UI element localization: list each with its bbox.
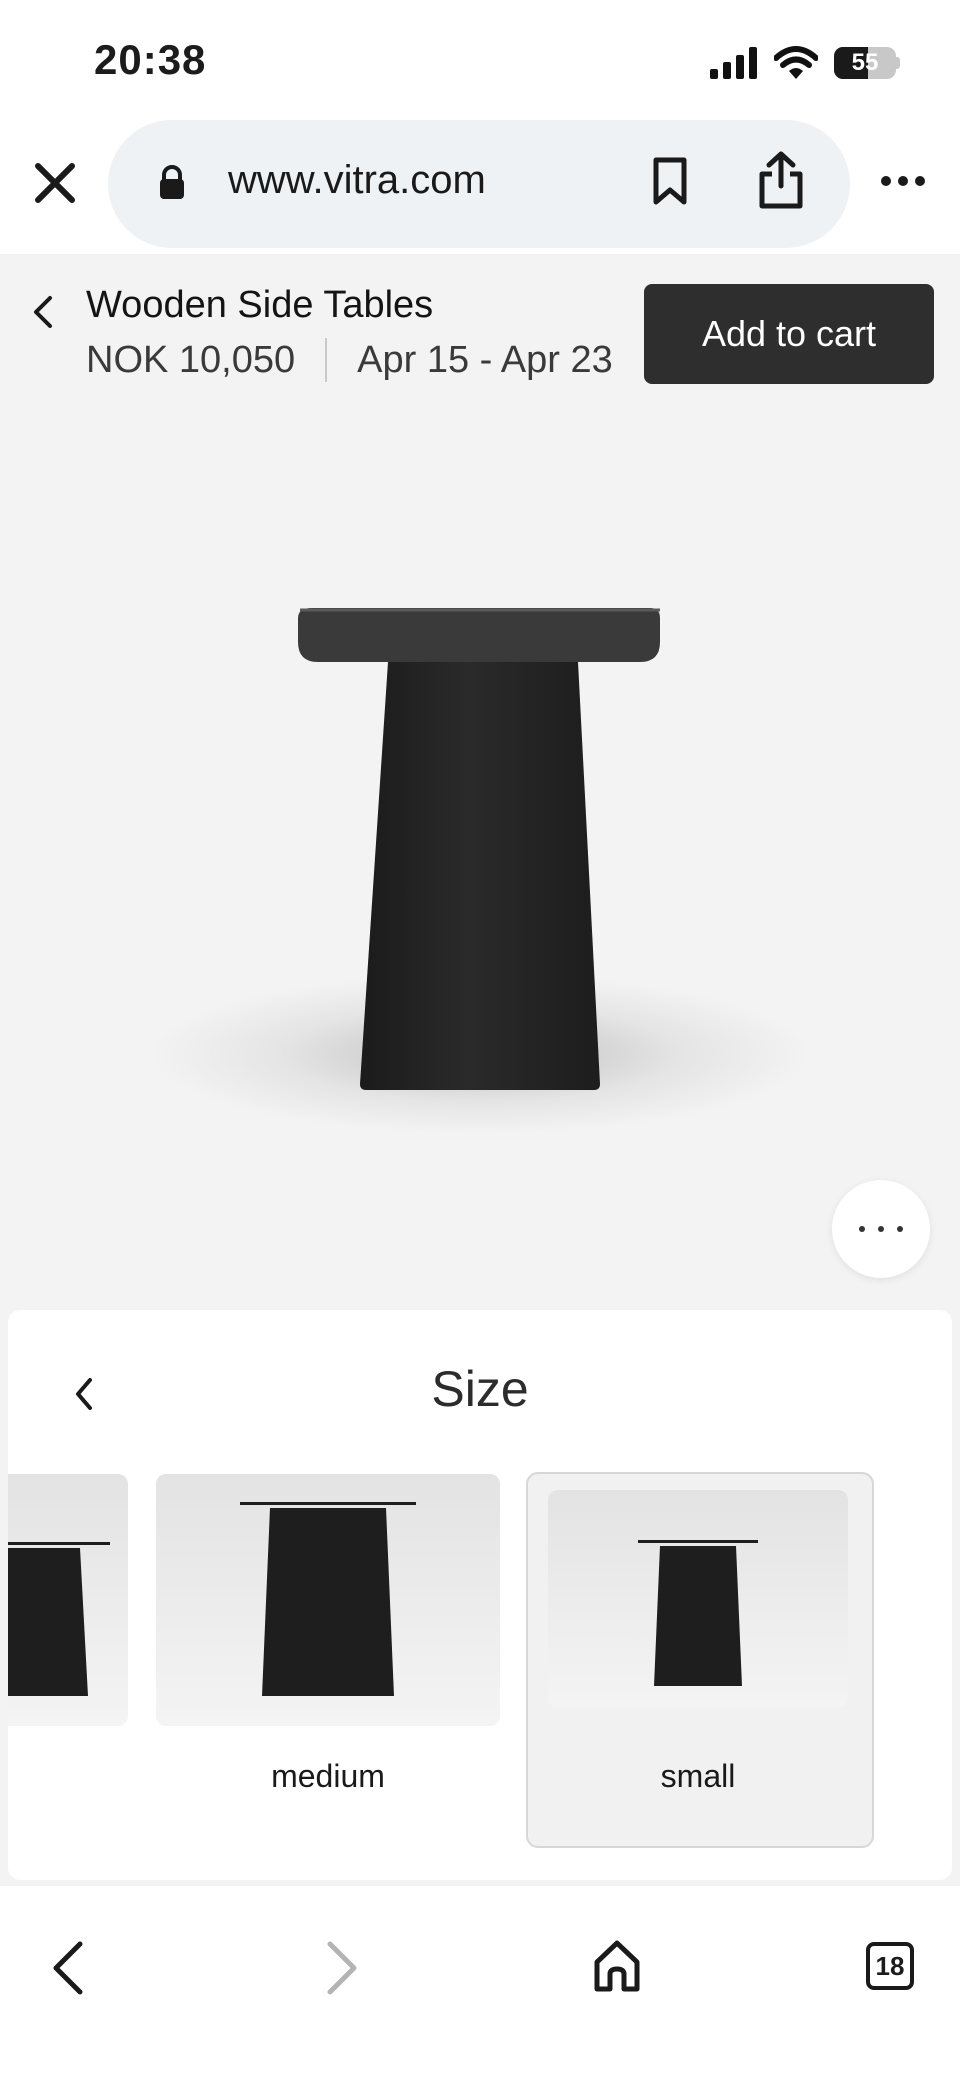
size-medium-silhouette xyxy=(240,1502,416,1696)
size-picker: Size medium small xyxy=(8,1310,952,1880)
browser-toolbar: www.vitra.com xyxy=(0,120,960,254)
size-option-medium-label: medium xyxy=(271,1758,385,1794)
size-option-small-label: small xyxy=(660,1758,736,1794)
battery-indicator: 55 xyxy=(834,47,900,79)
product-header: Wooden Side Tables NOK 10,050 Apr 15 - A… xyxy=(0,254,960,404)
size-title: Size xyxy=(431,1361,529,1417)
more-options-icon[interactable] xyxy=(880,174,926,188)
address-bar[interactable]: www.vitra.com xyxy=(108,120,850,248)
bookmark-icon[interactable] xyxy=(650,156,690,206)
tabs-button[interactable]: 18 xyxy=(866,1942,914,1990)
product-meta: NOK 10,050 Apr 15 - Apr 23 xyxy=(86,338,613,382)
tab-count: 18 xyxy=(875,1950,905,1981)
signal-icon xyxy=(710,47,757,79)
size-option-medium[interactable] xyxy=(156,1474,500,1726)
size-option-large[interactable] xyxy=(8,1474,128,1726)
close-icon[interactable] xyxy=(30,158,80,208)
nav-back-icon[interactable] xyxy=(48,1938,88,1998)
product-title: Wooden Side Tables xyxy=(86,284,434,326)
delivery-window: Apr 15 - Apr 23 xyxy=(357,338,613,381)
share-icon[interactable] xyxy=(756,150,806,210)
back-chevron-icon[interactable] xyxy=(30,292,56,332)
size-large-silhouette xyxy=(8,1542,110,1696)
status-icons: 55 xyxy=(710,46,900,80)
url-text: www.vitra.com xyxy=(228,158,486,202)
status-bar: 20:38 55 xyxy=(0,0,960,120)
battery-icon: 55 xyxy=(834,47,896,79)
product-image xyxy=(0,404,960,1304)
nav-forward-icon[interactable] xyxy=(322,1938,362,1998)
add-to-cart-button[interactable]: Add to cart xyxy=(644,284,934,384)
meta-divider xyxy=(325,338,328,382)
image-options-button[interactable] xyxy=(832,1180,930,1278)
side-table-illustration xyxy=(150,608,810,1134)
browser-bottom-nav: 18 xyxy=(0,1886,960,2078)
wifi-icon xyxy=(774,46,818,79)
home-icon[interactable] xyxy=(592,1938,642,1994)
status-time: 20:38 xyxy=(94,36,207,83)
ellipsis-icon xyxy=(859,1226,903,1232)
size-option-small[interactable] xyxy=(548,1490,848,1708)
battery-level: 55 xyxy=(851,49,879,76)
product-price: NOK 10,050 xyxy=(86,338,296,381)
lock-icon xyxy=(160,165,184,199)
size-small-silhouette xyxy=(638,1540,758,1686)
battery-nub xyxy=(896,57,900,69)
